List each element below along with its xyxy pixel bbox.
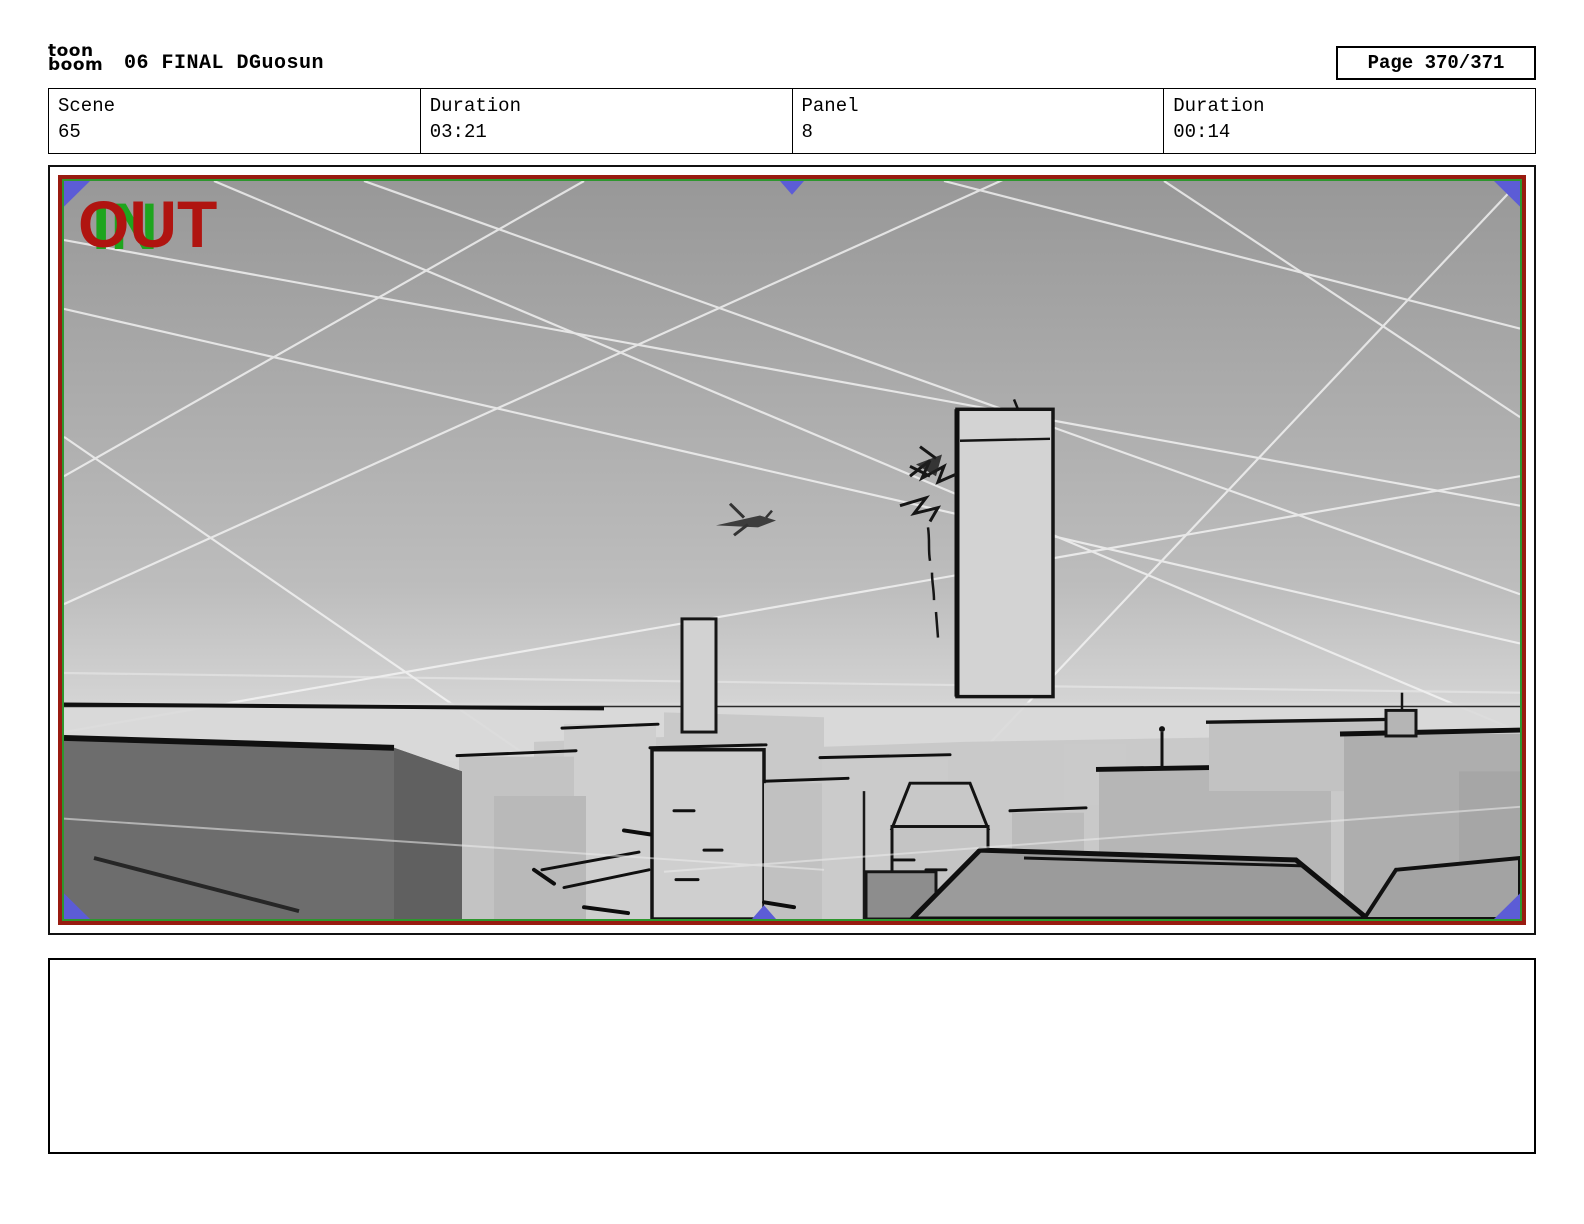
panel-info-row: Scene 65 Duration 03:21 Panel 8 Duration… bbox=[48, 88, 1536, 154]
page-indicator: Page 370/371 bbox=[1336, 46, 1536, 80]
panel-label: Panel bbox=[802, 94, 1155, 118]
page-indicator-text: Page 370/371 bbox=[1368, 52, 1505, 74]
panel-duration-value: 00:14 bbox=[1173, 118, 1526, 146]
outlined-building bbox=[652, 750, 764, 919]
skyscraper-tower bbox=[957, 399, 1053, 696]
scene-label: Scene bbox=[58, 94, 411, 118]
info-cell-panel: Panel 8 bbox=[792, 89, 1164, 153]
info-cell-scene: Scene 65 bbox=[49, 89, 420, 153]
caption-box bbox=[48, 958, 1536, 1154]
panel-frame: IN OUT bbox=[48, 165, 1536, 935]
scene-value: 65 bbox=[58, 118, 411, 146]
info-cell-panel-duration: Duration 00:14 bbox=[1163, 89, 1535, 153]
storyboard-panel-artwork bbox=[64, 181, 1520, 919]
camera-out-frame: IN OUT bbox=[58, 175, 1526, 925]
storyboard-page: toon boom 06 FINAL DGuosun Page 370/371 … bbox=[0, 0, 1584, 1224]
scene-duration-value: 03:21 bbox=[430, 118, 783, 146]
document-title: 06 FINAL DGuosun bbox=[124, 52, 324, 75]
info-cell-scene-duration: Duration 03:21 bbox=[420, 89, 792, 153]
logo-line-2: boom bbox=[48, 58, 103, 72]
camera-in-frame: IN OUT bbox=[62, 179, 1522, 921]
panel-value: 8 bbox=[802, 118, 1155, 146]
gable-building bbox=[892, 783, 988, 828]
thin-tower bbox=[682, 619, 716, 732]
scene-duration-label: Duration bbox=[430, 94, 783, 118]
toonboom-logo: toon boom bbox=[48, 44, 103, 72]
panel-duration-label: Duration bbox=[1173, 94, 1526, 118]
